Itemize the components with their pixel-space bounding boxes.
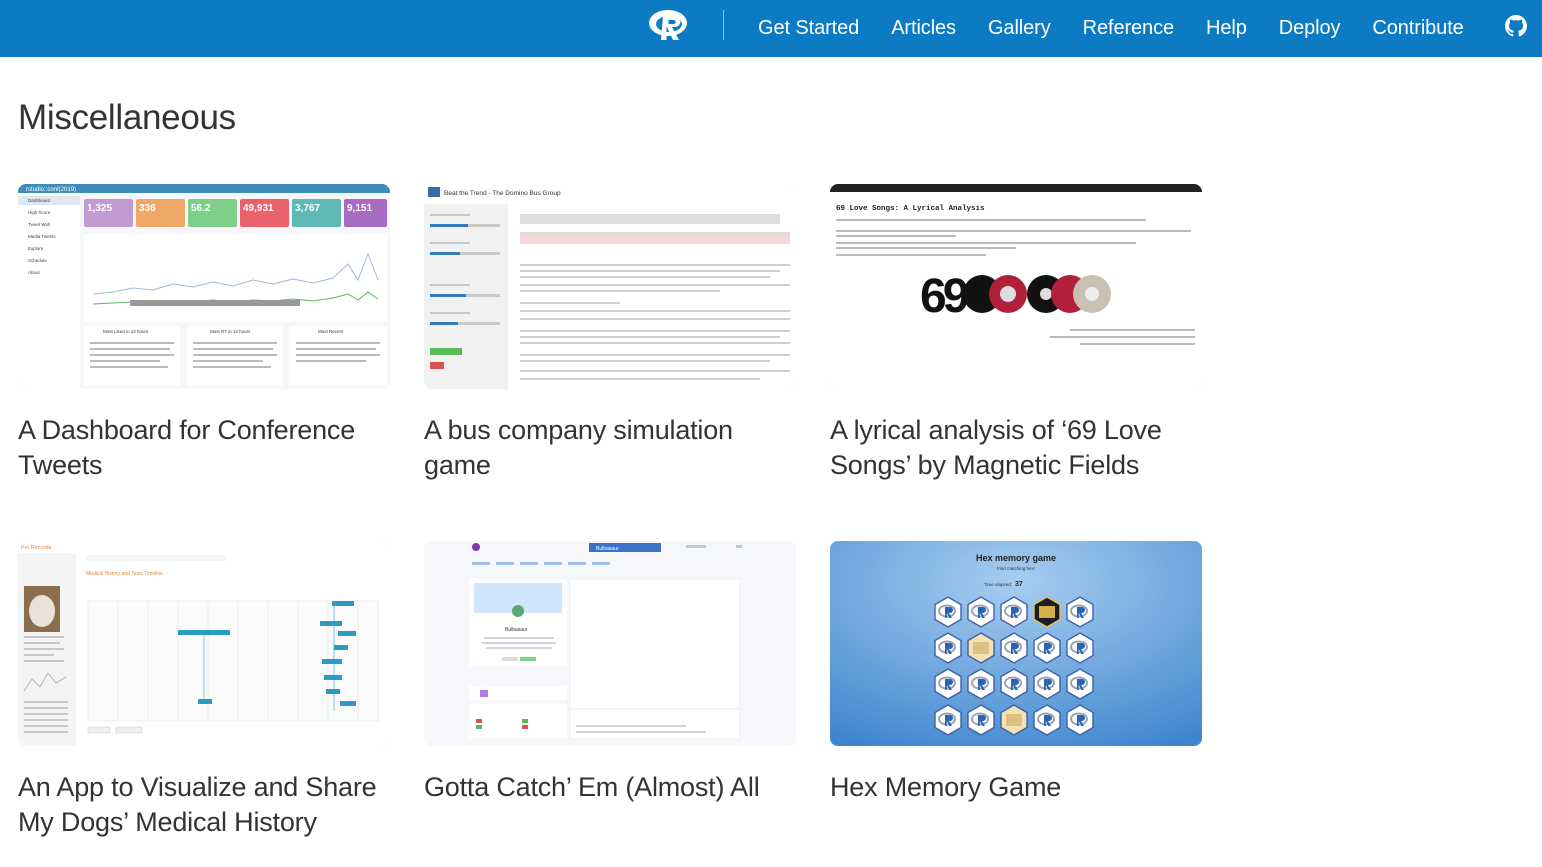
hex-tile[interactable] [1066,668,1094,700]
hex-tile[interactable] [967,632,995,664]
card-title[interactable]: An App to Visualize and Share My Dogs’ M… [18,770,390,840]
hex-tile[interactable] [1066,596,1094,628]
stat-value: 1,325 [87,203,112,214]
love-songs-screenshot: 69 Love Songs: A Lyrical Analysis 69 [830,184,1202,389]
hex-tile[interactable] [1000,596,1028,628]
love-songs-heading: 69 Love Songs: A Lyrical Analysis [836,205,985,213]
hex-tile[interactable] [934,668,962,700]
hex-tile[interactable] [1033,632,1061,664]
card-thumbnail[interactable]: rstudio::conf(2019) Dashboard High Score… [18,184,390,389]
hex-tile[interactable] [967,596,995,628]
gallery-card-hex-memory-game[interactable]: Hex memory game Find matching hex! Time … [830,541,1202,805]
card-thumbnail[interactable]: Pet Records Medical History and Tests Ti… [18,541,390,746]
card-title[interactable]: A lyrical analysis of ‘69 Love Songs’ by… [830,413,1202,483]
hex-tile[interactable] [967,704,995,736]
dashboard-section-title: Most RT in 12 hours [210,329,251,334]
pet-records-heading: Pet Records [21,545,52,551]
card-title[interactable]: Hex Memory Game [830,770,1202,805]
hex-game-heading: Hex memory game [976,553,1056,563]
hex-tile[interactable] [967,668,995,700]
card-title[interactable]: A bus company simulation game [424,413,796,483]
dashboard-menu-item: About [28,270,41,275]
nav-get-started[interactable]: Get Started [758,17,859,40]
dashboard-menu-item: Tweet Wall [28,222,50,227]
album-number: 69 [920,270,968,323]
nav-reference[interactable]: Reference [1083,17,1174,40]
dashboard-section-title: Most Liked in 12 hours [103,329,149,334]
stat-value: 9,151 [347,203,372,214]
r-logo-icon[interactable] [648,8,690,42]
hex-tile[interactable] [1033,596,1061,628]
pet-records-screenshot: Pet Records Medical History and Tests Ti… [18,541,390,746]
nav-help[interactable]: Help [1206,17,1247,40]
gallery-card-gotta-catch-em[interactable]: Bulbasaur Bulbasaur Gotta Catch’ Em (Alm… [424,541,796,805]
card-thumbnail[interactable]: Hex memory game Find matching hex! Time … [830,541,1202,746]
time-elapsed-value: 37 [1015,581,1023,588]
hex-tile[interactable] [1033,704,1061,736]
hex-tile[interactable] [1033,668,1061,700]
pokemon-screenshot: Bulbasaur Bulbasaur [424,541,796,746]
stat-value: 3,767 [295,203,320,214]
page-title: Miscellaneous [18,98,236,137]
pokemon-select-value: Bulbasaur [596,546,619,552]
stat-value: 336 [139,203,156,214]
gallery-card-conference-dashboard[interactable]: rstudio::conf(2019) Dashboard High Score… [18,184,390,483]
hex-tile[interactable] [934,632,962,664]
nav-articles[interactable]: Articles [891,17,956,40]
gallery-card-69-love-songs[interactable]: 69 Love Songs: A Lyrical Analysis 69 A l… [830,184,1202,483]
hex-game-subheading: Find matching hex! [997,566,1035,571]
dashboard-section-title: Most Recent [318,329,344,334]
hex-tile[interactable] [1000,704,1028,736]
dashboard-menu-item: Explore [28,246,44,251]
dashboard-menu-item: Schedule [28,258,47,263]
pokemon-name: Bulbasaur [505,627,528,633]
card-title[interactable]: A Dashboard for Conference Tweets [18,413,390,483]
nav-deploy[interactable]: Deploy [1279,17,1341,40]
stat-value: 56.2 [191,203,211,214]
nav-links: Get Started Articles Gallery Reference H… [758,0,1496,57]
dashboard-brand: rstudio::conf(2019) [26,187,76,193]
hex-tile[interactable] [1066,632,1094,664]
card-thumbnail[interactable]: 69 Love Songs: A Lyrical Analysis 69 [830,184,1202,389]
card-thumbnail[interactable]: Bulbasaur Bulbasaur [424,541,796,746]
stat-value: 49,931 [243,203,274,214]
bus-game-screenshot: Beat the Trend - The Domino Bus Group [424,184,796,389]
top-navbar: Get Started Articles Gallery Reference H… [0,0,1542,57]
hex-tile[interactable] [934,704,962,736]
card-thumbnail[interactable]: Beat the Trend - The Domino Bus Group [424,184,796,389]
dashboard-menu-item: High Score [28,210,51,215]
hex-tile[interactable] [934,596,962,628]
time-elapsed-label: Time elapsed: [984,582,1012,587]
dashboard-menu-item: Media Tweets [28,234,56,239]
hex-memory-screenshot: Hex memory game Find matching hex! Time … [830,541,1202,746]
dashboard-menu-item: Dashboard [28,198,51,203]
nav-contribute[interactable]: Contribute [1372,17,1463,40]
card-title[interactable]: Gotta Catch’ Em (Almost) All [424,770,796,805]
navbar-divider [723,10,724,40]
hex-tile[interactable] [1066,704,1094,736]
pet-records-subheading: Medical History and Tests Timeline [86,571,163,577]
gallery-card-bus-simulation[interactable]: Beat the Trend - The Domino Bus Group A … [424,184,796,483]
bus-game-heading: Beat the Trend - The Domino Bus Group [444,190,561,197]
dashboard-screenshot: rstudio::conf(2019) Dashboard High Score… [18,184,390,389]
nav-gallery[interactable]: Gallery [988,17,1051,40]
gallery-card-dog-medical-history[interactable]: Pet Records Medical History and Tests Ti… [18,541,390,840]
hex-tile[interactable] [1000,632,1028,664]
hex-tile[interactable] [1000,668,1028,700]
github-icon[interactable] [1505,15,1527,37]
